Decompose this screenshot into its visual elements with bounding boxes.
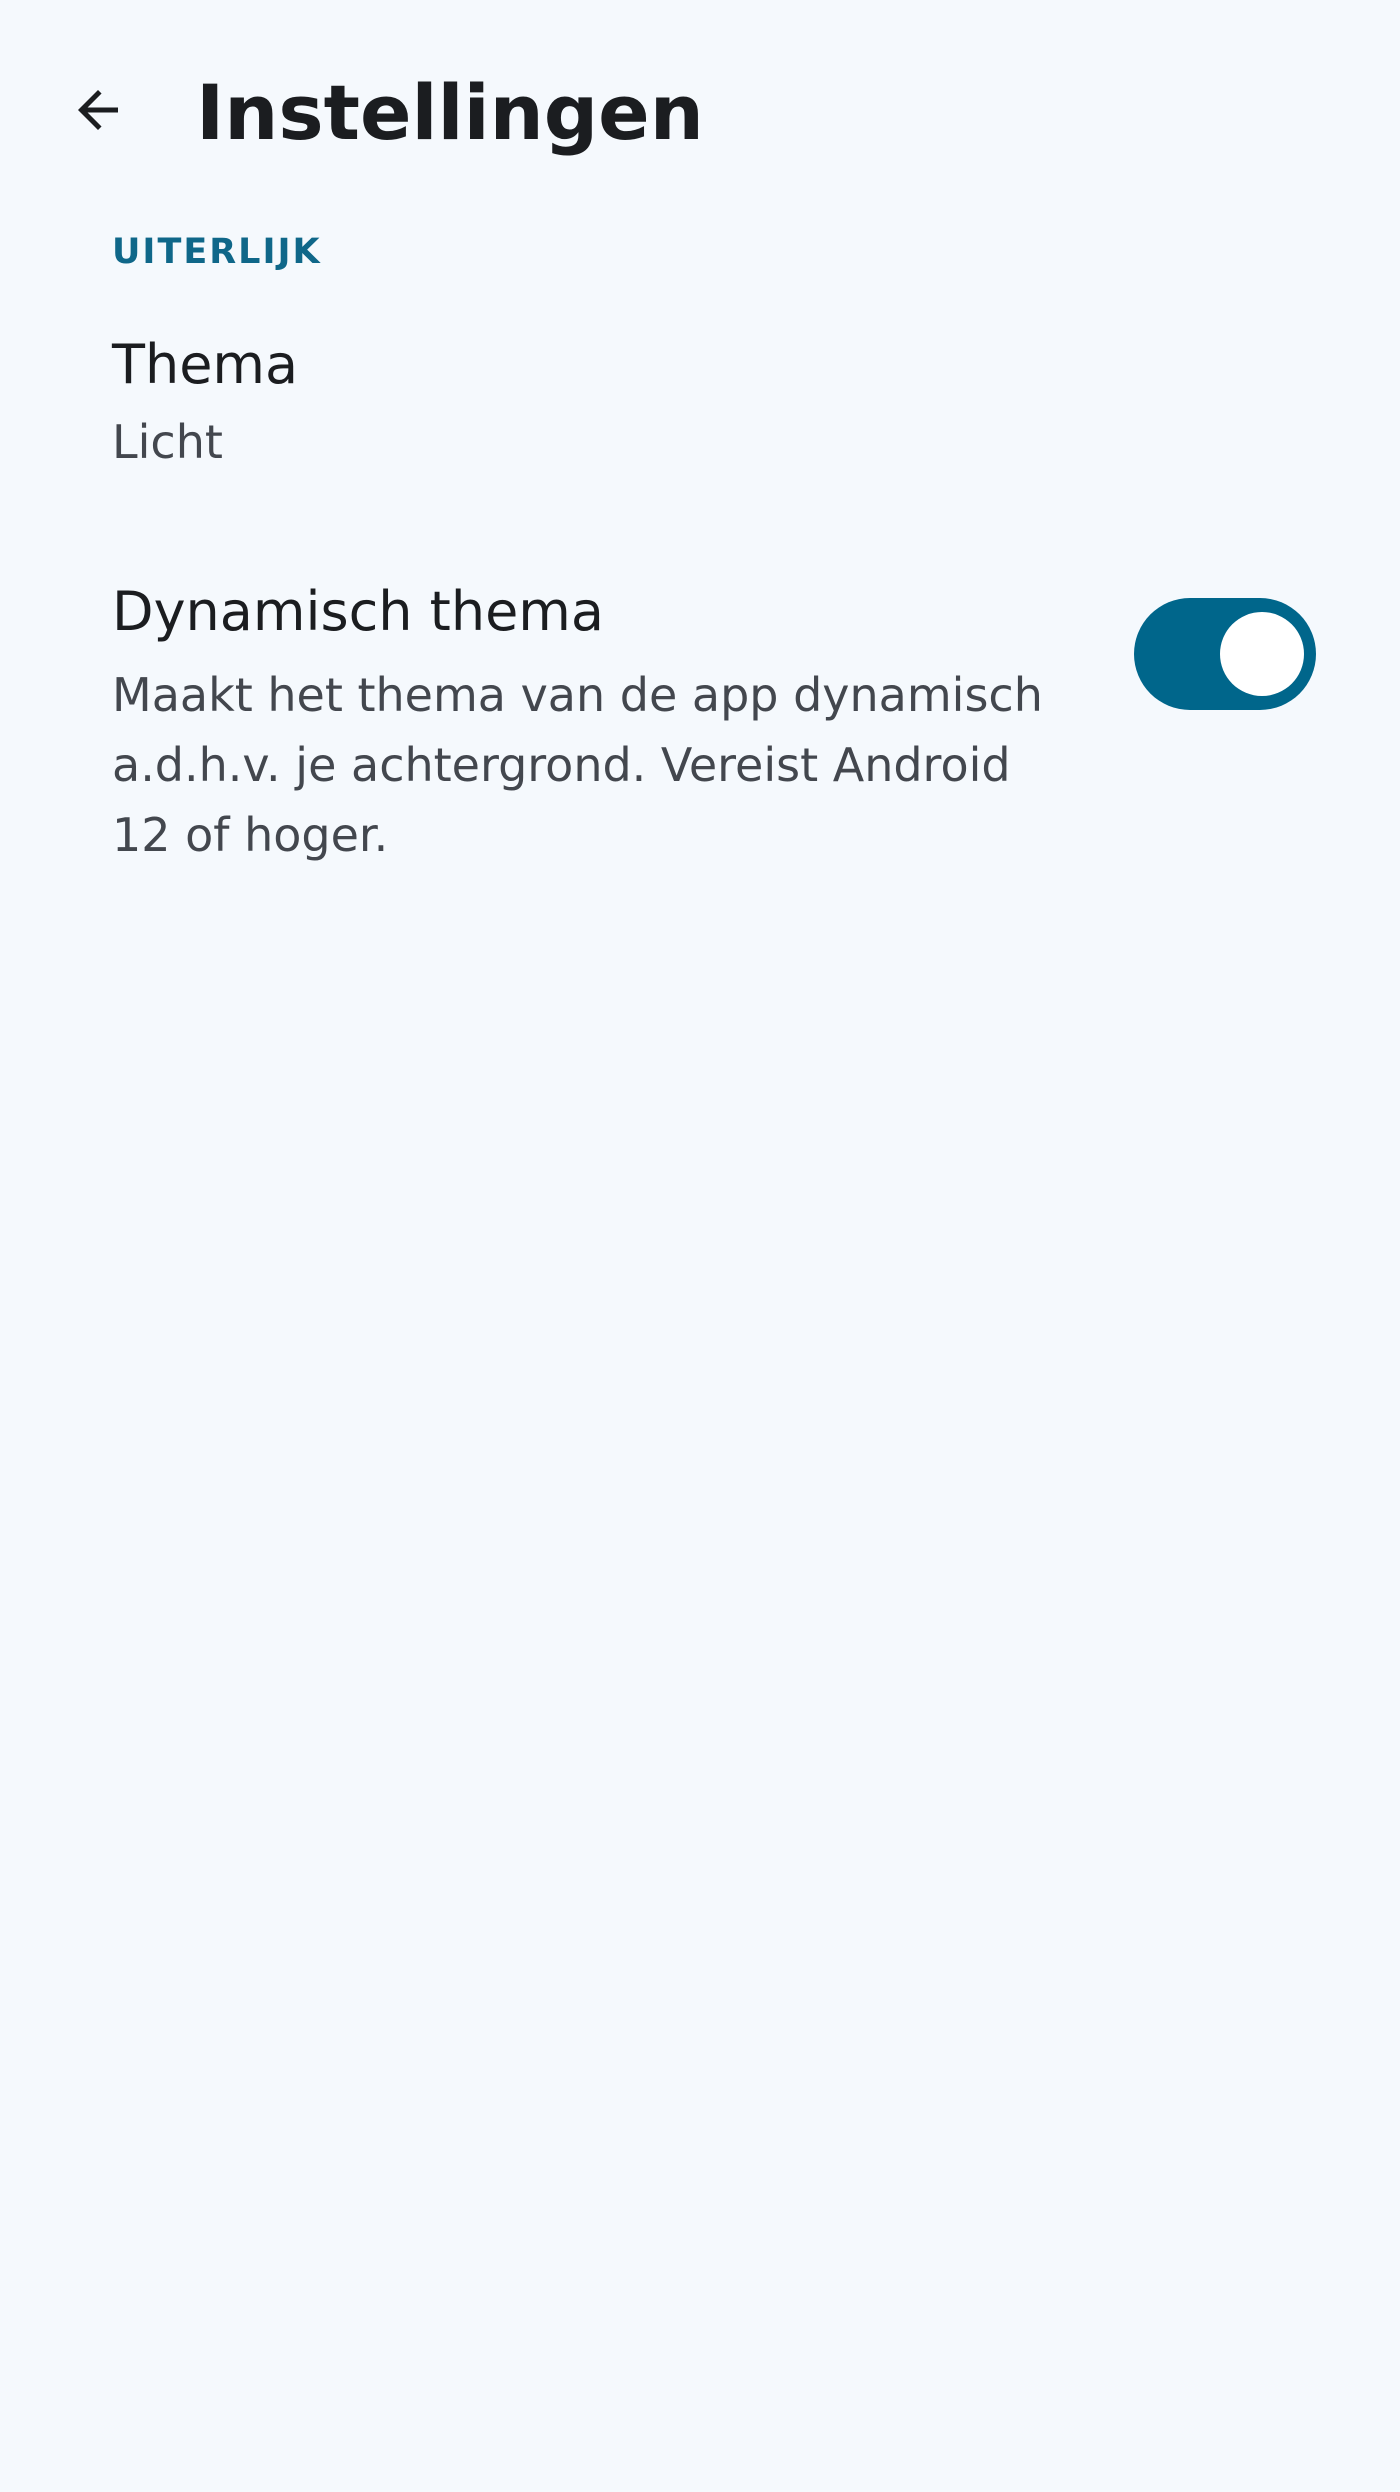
back-button[interactable] <box>50 62 146 158</box>
switch-thumb <box>1220 612 1304 696</box>
preference-dynamic-theme-summary: Maakt het thema van de app dynamisch a.d… <box>112 668 1043 862</box>
top-app-bar: Instellingen <box>0 0 1400 220</box>
arrow-back-icon <box>68 80 128 140</box>
preference-dynamic-theme-title: Dynamisch thema <box>112 580 604 643</box>
section-header-appearance: UITERLIJK <box>112 232 322 272</box>
preference-theme-title: Thema <box>112 333 299 396</box>
preference-dynamic-theme[interactable]: Dynamisch thema Maakt het thema van de a… <box>0 560 1400 890</box>
dynamic-theme-switch[interactable] <box>1134 598 1316 710</box>
preference-theme-value: Licht <box>112 415 223 469</box>
preference-theme[interactable]: Thema Licht <box>0 310 1400 500</box>
page-title: Instellingen <box>196 68 704 157</box>
